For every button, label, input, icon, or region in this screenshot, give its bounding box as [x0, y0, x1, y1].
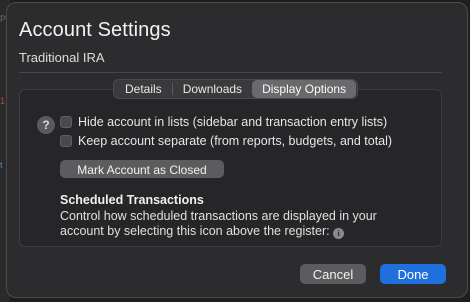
- tab-bar: Details Downloads Display Options: [113, 79, 359, 99]
- background-text-fragment: 1: [0, 96, 6, 106]
- keep-separate-label: Keep account separate (from reports, bud…: [78, 134, 393, 148]
- scheduled-description-text: Control how scheduled transactions are d…: [60, 209, 377, 238]
- cancel-button[interactable]: Cancel: [300, 264, 366, 284]
- dialog-title: Account Settings: [19, 19, 171, 41]
- background-text-fragment: t: [0, 160, 3, 170]
- tab-downloads[interactable]: Downloads: [173, 80, 252, 98]
- keep-separate-checkbox[interactable]: [60, 135, 72, 147]
- account-name: Traditional IRA: [19, 50, 105, 65]
- divider: [19, 72, 442, 73]
- hide-account-checkbox[interactable]: [60, 116, 72, 128]
- keep-separate-row[interactable]: Keep account separate (from reports, bud…: [60, 134, 392, 148]
- scheduled-info-icon: i: [333, 228, 345, 239]
- tab-details[interactable]: Details: [115, 80, 172, 98]
- scheduled-transactions-description: Control how scheduled transactions are d…: [60, 209, 420, 239]
- hide-account-label: Hide account in lists (sidebar and trans…: [78, 115, 388, 129]
- done-button[interactable]: Done: [380, 264, 446, 284]
- scheduled-transactions-heading: Scheduled Transactions: [60, 193, 204, 207]
- hide-account-row[interactable]: Hide account in lists (sidebar and trans…: [60, 115, 387, 129]
- mark-account-closed-button[interactable]: Mark Account as Closed: [60, 160, 224, 178]
- tab-display-options[interactable]: Display Options: [252, 80, 357, 98]
- help-icon[interactable]: ?: [37, 116, 55, 134]
